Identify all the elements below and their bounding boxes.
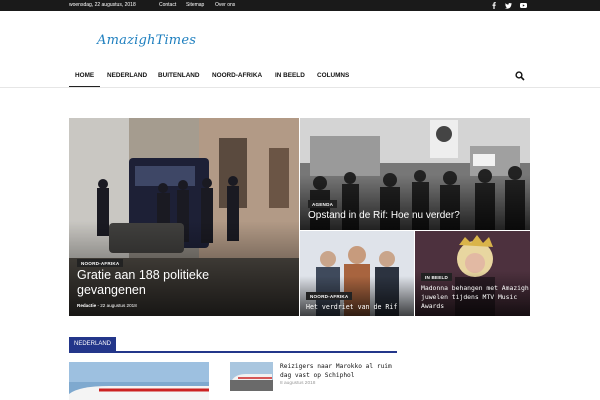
featured-tile-rif[interactable]: NOORD-AFRIKA Het verdriet van de Rif [300,231,414,316]
contact-link[interactable]: Contact [159,0,176,11]
section-label[interactable]: NEDERLAND [69,337,117,351]
section-main-thumbnail[interactable] [69,362,209,400]
nav-item-home[interactable]: HOME [69,66,101,88]
article-title[interactable]: Opstand in de Rif: Hoe nu verder? [308,210,523,222]
nav-item-buitenland[interactable]: BUITENLAND [158,66,200,86]
article-author[interactable]: Redactie [77,303,96,308]
current-date: woensdag, 22 augustus, 2018 [69,2,136,8]
featured-tile-in-beeld[interactable]: IN BEELD Madonna behangen met Amazigh ju… [415,231,530,316]
article-title[interactable]: Gratie aan 188 politieke gevangenen [77,268,277,298]
article-title[interactable]: Madonna behangen met Amazigh juwelen tij… [421,284,529,311]
nav-item-in-beeld[interactable]: IN BEELD [275,66,305,86]
twitter-icon[interactable] [504,0,513,11]
nav-divider [0,87,600,88]
youtube-icon[interactable] [519,0,528,11]
plane-thumbnail-photo [230,362,273,391]
sitemap-link[interactable]: Sitemap [186,0,204,11]
logo-text: AmazighTimes [97,33,197,48]
main-nav: HOME NEDERLAND BUITENLAND NOORD-AFRIKA I… [69,66,531,88]
category-badge[interactable]: AGENDA [308,200,338,208]
category-badge[interactable]: NOORD-AFRIKA [77,259,124,267]
site-logo[interactable]: AmazighTimes [97,33,196,48]
article-meta: Redactie - 22 augustus 2018 [77,303,137,308]
search-icon[interactable] [515,71,525,81]
list-item-title[interactable]: Reizigers naar Marokko al ruim dag vast … [280,362,400,380]
article-date: 22 augustus 2018 [100,303,137,308]
nav-item-noord-afrika[interactable]: NOORD-AFRIKA [212,66,262,86]
article-title[interactable]: Het verdriet van de Rif [306,303,412,311]
top-bar: woensdag, 22 augustus, 2018 Contact Site… [0,0,600,11]
featured-tile-agenda[interactable]: AGENDA Opstand in de Rif: Hoe nu verder? [300,118,530,230]
category-badge[interactable]: IN BEELD [421,273,453,281]
featured-tile-main[interactable]: NOORD-AFRIKA Gratie aan 188 politieke ge… [69,118,299,316]
list-item-thumbnail[interactable] [230,362,273,391]
nav-item-nederland[interactable]: NEDERLAND [107,66,147,86]
over-ons-link[interactable]: Over ons [215,0,235,11]
category-badge[interactable]: NOORD-AFRIKA [306,292,353,300]
facebook-icon[interactable] [489,0,498,11]
airplane-photo [69,362,209,400]
list-item-date: 8 augustus 2018 [280,381,316,386]
nav-item-columns[interactable]: COLUMNS [317,66,349,86]
section-header: NEDERLAND [69,337,397,353]
